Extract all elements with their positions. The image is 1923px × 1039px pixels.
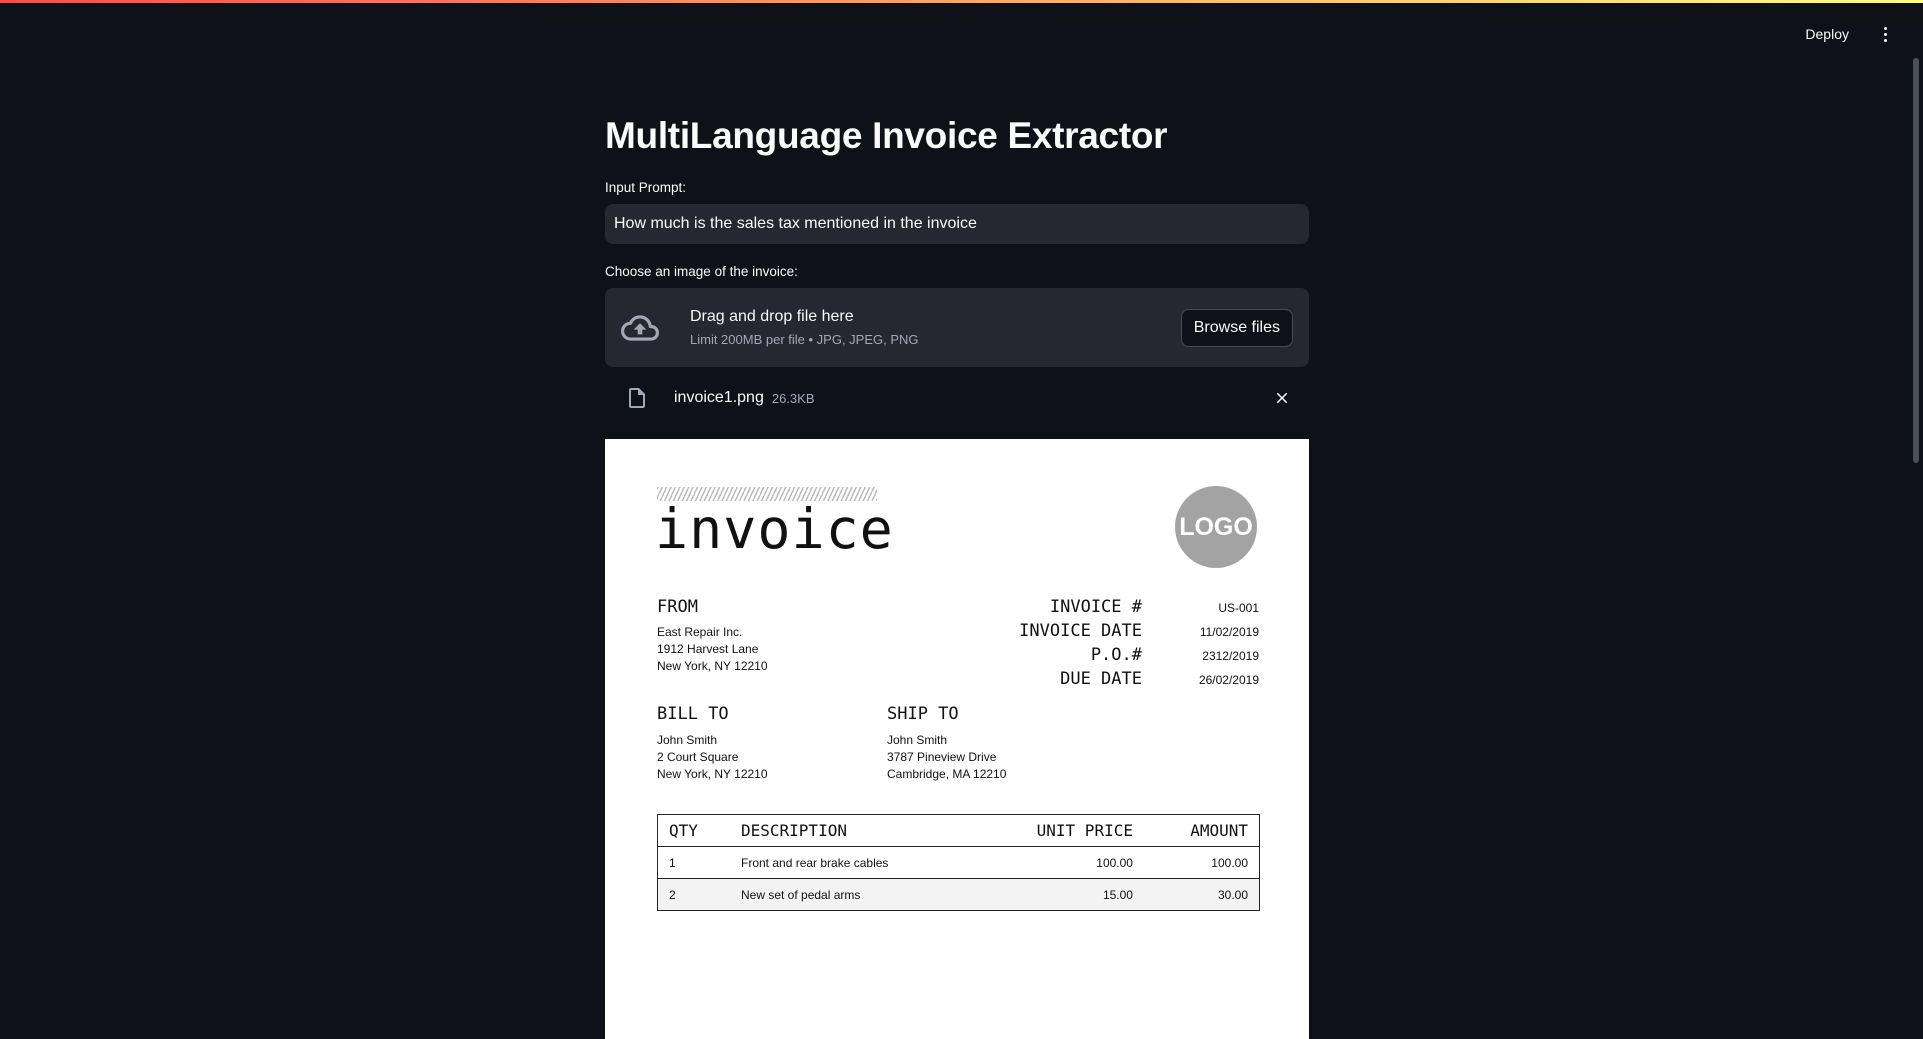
cell-qty: 2 (657, 878, 730, 911)
invoice-date-value: 11/02/2019 (1199, 625, 1259, 639)
close-icon[interactable] (1273, 389, 1291, 407)
prompt-input-value: How much is the sales tax mentioned in t… (614, 215, 977, 232)
invoice-preview-image: invoice LOGO FROM East Repair Inc. 1912 … (605, 439, 1309, 1039)
invoice-items-table: QTY DESCRIPTION UNIT PRICE AMOUNT 1 Fron… (657, 814, 1260, 911)
prompt-label: Input Prompt: (605, 180, 687, 195)
cell-description: Front and rear brake cables (730, 846, 974, 879)
column-header: AMOUNT (1143, 814, 1260, 847)
file-size: 26.3KB (771, 390, 815, 406)
invoice-logo: LOGO (1175, 486, 1257, 568)
po-value: 2312/2019 (1202, 649, 1259, 663)
file-icon (629, 388, 645, 408)
cell-unit-price: 15.00 (973, 878, 1144, 911)
bill-to-line: New York, NY 12210 (657, 767, 768, 781)
bill-to-label: BILL TO (657, 704, 729, 724)
invoice-date-label: INVOICE DATE (1019, 621, 1142, 641)
invoice-number-value: US-001 (1218, 601, 1259, 615)
cloud-upload-icon (621, 314, 659, 341)
from-address: East Repair Inc. 1912 Harvest Lane New Y… (657, 624, 768, 675)
uploaded-file-row: invoice1.png 26.3KB (605, 367, 1309, 429)
cell-description: New set of pedal arms (730, 878, 974, 911)
table-row: 2 New set of pedal arms 15.00 30.00 (657, 878, 1260, 911)
bill-to-address: John Smith 2 Court Square New York, NY 1… (657, 732, 768, 783)
table-row: 1 Front and rear brake cables 100.00 100… (657, 846, 1260, 879)
upload-label: Choose an image of the invoice: (605, 264, 798, 279)
header-toolbar: Deploy (1805, 24, 1895, 44)
file-name: invoice1.png (674, 389, 764, 406)
bill-to-line: John Smith (657, 733, 718, 747)
ship-to-line: Cambridge, MA 12210 (887, 767, 1007, 781)
file-dropzone[interactable]: Drag and drop file here Limit 200MB per … (605, 288, 1309, 367)
ship-to-line: John Smith (887, 733, 948, 747)
due-date-label: DUE DATE (1060, 669, 1142, 689)
dropzone-text: Drag and drop file here Limit 200MB per … (690, 308, 1181, 347)
cell-unit-price: 100.00 (973, 846, 1144, 879)
ship-to-line: 3787 Pineview Drive (887, 750, 997, 764)
page-title: MultiLanguage Invoice Extractor (605, 115, 1168, 156)
from-label: FROM (657, 597, 698, 617)
cell-qty: 1 (657, 846, 730, 879)
invoice-title: invoice (655, 497, 894, 561)
po-label: P.O.# (1090, 645, 1142, 665)
invoice-number-label: INVOICE # (1049, 597, 1142, 617)
from-line: 1912 Harvest Lane (657, 642, 759, 656)
cell-amount: 100.00 (1143, 846, 1260, 879)
column-header: UNIT PRICE (973, 814, 1144, 847)
cell-amount: 30.00 (1143, 878, 1260, 911)
prompt-input[interactable]: How much is the sales tax mentioned in t… (605, 204, 1309, 244)
ship-to-label: SHIP TO (887, 704, 959, 724)
deploy-button[interactable]: Deploy (1805, 26, 1849, 42)
ship-to-address: John Smith 3787 Pineview Drive Cambridge… (887, 732, 1006, 783)
table-header-row: QTY DESCRIPTION UNIT PRICE AMOUNT (657, 814, 1260, 847)
browse-files-button[interactable]: Browse files (1180, 308, 1293, 347)
due-date-value: 26/02/2019 (1198, 673, 1259, 687)
column-header: DESCRIPTION (730, 814, 974, 847)
more-vertical-icon[interactable] (1875, 24, 1895, 44)
dropzone-limit: Limit 200MB per file • JPG, JPEG, PNG (690, 332, 919, 347)
bill-to-line: 2 Court Square (657, 750, 739, 764)
from-line: East Repair Inc. (657, 625, 743, 639)
from-line: New York, NY 12210 (657, 659, 768, 673)
top-decoration-bar (0, 0, 1923, 3)
scrollbar[interactable] (1913, 58, 1919, 463)
column-header: QTY (657, 814, 730, 847)
dropzone-title: Drag and drop file here (690, 308, 854, 325)
